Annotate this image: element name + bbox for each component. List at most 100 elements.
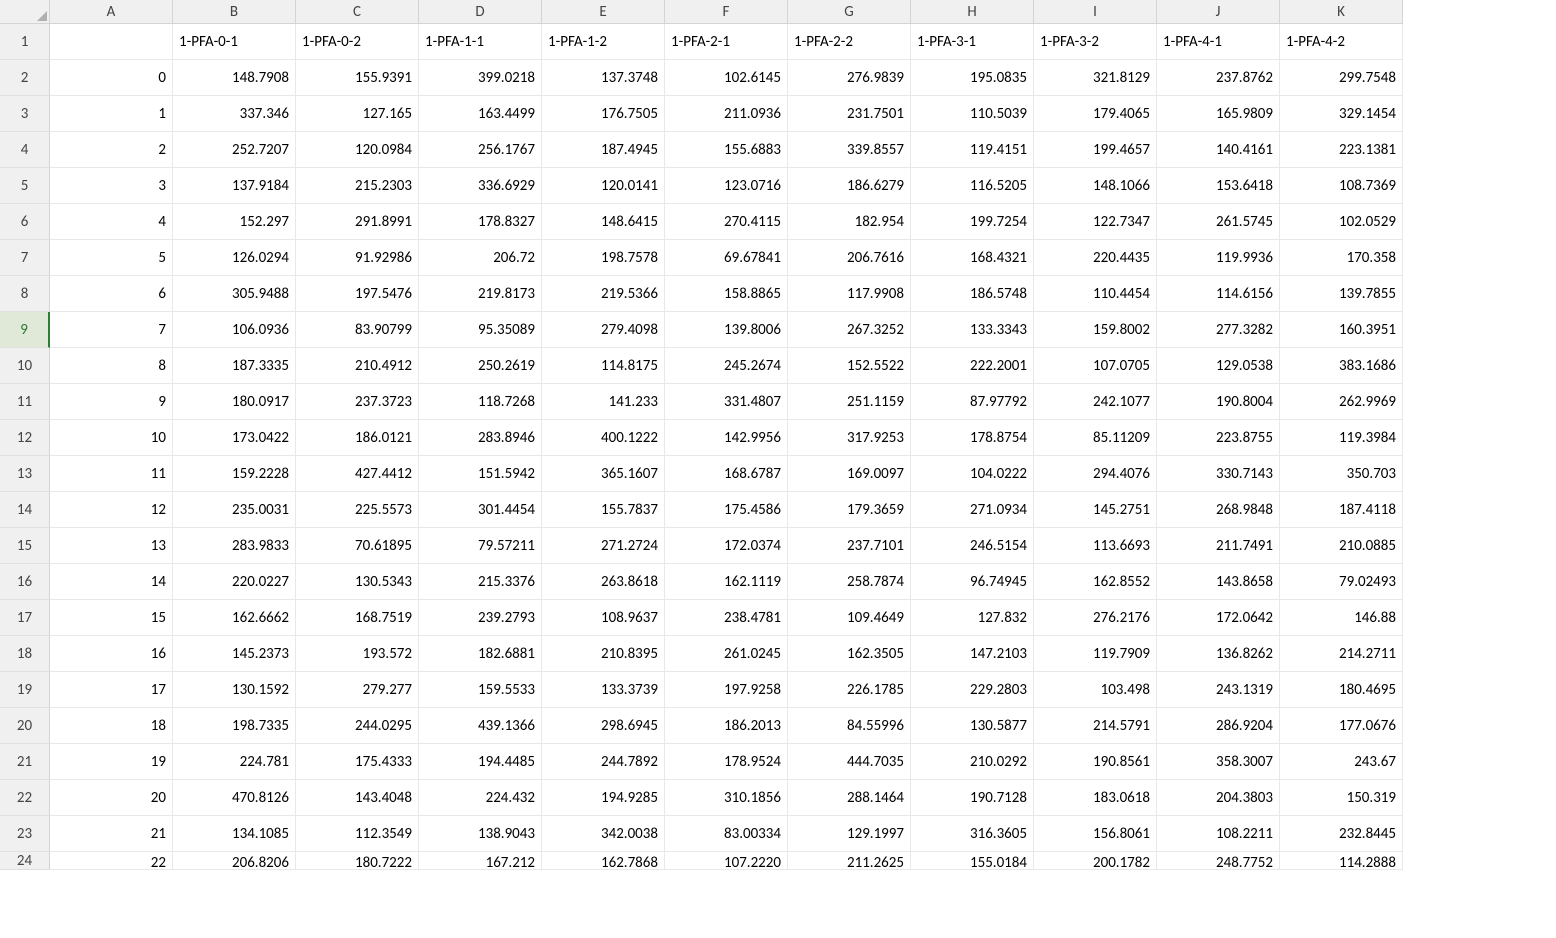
cell[interactable]: 283.8946 <box>419 420 542 456</box>
cell[interactable]: 159.8002 <box>1034 312 1157 348</box>
cell[interactable]: 210.0885 <box>1280 528 1403 564</box>
cell[interactable]: 1-PFA-1-1 <box>419 24 542 60</box>
cell[interactable]: 258.7874 <box>788 564 911 600</box>
cell[interactable]: 187.3335 <box>173 348 296 384</box>
cell[interactable]: 246.5154 <box>911 528 1034 564</box>
cell[interactable]: 288.1464 <box>788 780 911 816</box>
row-header[interactable]: 19 <box>0 672 50 708</box>
cell[interactable]: 244.7892 <box>542 744 665 780</box>
cell[interactable]: 143.8658 <box>1157 564 1280 600</box>
cell[interactable]: 439.1366 <box>419 708 542 744</box>
cell[interactable]: 237.3723 <box>296 384 419 420</box>
cell[interactable]: 444.7035 <box>788 744 911 780</box>
cell[interactable]: 235.0031 <box>173 492 296 528</box>
cell[interactable]: 194.4485 <box>419 744 542 780</box>
cell[interactable]: 342.0038 <box>542 816 665 852</box>
cell[interactable]: 127.832 <box>911 600 1034 636</box>
cell[interactable]: 150.319 <box>1280 780 1403 816</box>
cell[interactable]: 137.3748 <box>542 60 665 96</box>
cell[interactable]: 279.4098 <box>542 312 665 348</box>
cell[interactable]: 7 <box>50 312 173 348</box>
cell[interactable]: 9 <box>50 384 173 420</box>
cell[interactable]: 107.2220 <box>665 852 788 870</box>
cell[interactable]: 245.2674 <box>665 348 788 384</box>
cell[interactable]: 4 <box>50 204 173 240</box>
cell[interactable]: 238.4781 <box>665 600 788 636</box>
cell[interactable]: 277.3282 <box>1157 312 1280 348</box>
row-header[interactable]: 20 <box>0 708 50 744</box>
cell[interactable]: 91.92986 <box>296 240 419 276</box>
cell[interactable]: 337.346 <box>173 96 296 132</box>
cell[interactable]: 162.3505 <box>788 636 911 672</box>
cell[interactable]: 271.2724 <box>542 528 665 564</box>
cell[interactable]: 276.2176 <box>1034 600 1157 636</box>
row-header[interactable]: 13 <box>0 456 50 492</box>
cell[interactable]: 232.8445 <box>1280 816 1403 852</box>
cell[interactable]: 130.1592 <box>173 672 296 708</box>
cell[interactable]: 195.0835 <box>911 60 1034 96</box>
cell[interactable]: 152.297 <box>173 204 296 240</box>
cell[interactable]: 215.2303 <box>296 168 419 204</box>
row-header[interactable]: 6 <box>0 204 50 240</box>
cell[interactable]: 1-PFA-0-1 <box>173 24 296 60</box>
cell[interactable]: 316.3605 <box>911 816 1034 852</box>
cell[interactable]: 119.9936 <box>1157 240 1280 276</box>
row-header[interactable]: 7 <box>0 240 50 276</box>
cell[interactable]: 148.7908 <box>173 60 296 96</box>
cell[interactable]: 123.0716 <box>665 168 788 204</box>
cell[interactable]: 237.8762 <box>1157 60 1280 96</box>
row-header[interactable]: 9 <box>0 312 50 348</box>
cell[interactable]: 168.6787 <box>665 456 788 492</box>
cell[interactable]: 214.5791 <box>1034 708 1157 744</box>
cell[interactable]: 147.2103 <box>911 636 1034 672</box>
cell[interactable]: 178.8754 <box>911 420 1034 456</box>
cell[interactable]: 330.7143 <box>1157 456 1280 492</box>
row-header[interactable]: 18 <box>0 636 50 672</box>
cell[interactable]: 231.7501 <box>788 96 911 132</box>
cell[interactable]: 283.9833 <box>173 528 296 564</box>
cell[interactable]: 223.8755 <box>1157 420 1280 456</box>
cell[interactable]: 137.9184 <box>173 168 296 204</box>
cell[interactable]: 224.432 <box>419 780 542 816</box>
cell[interactable]: 103.498 <box>1034 672 1157 708</box>
cell[interactable]: 8 <box>50 348 173 384</box>
cell[interactable]: 170.358 <box>1280 240 1403 276</box>
cell[interactable]: 162.6662 <box>173 600 296 636</box>
cell[interactable]: 261.5745 <box>1157 204 1280 240</box>
cell[interactable]: 127.165 <box>296 96 419 132</box>
cell[interactable]: 155.6883 <box>665 132 788 168</box>
cell[interactable]: 139.7855 <box>1280 276 1403 312</box>
column-header[interactable]: H <box>911 0 1034 24</box>
cell[interactable]: 122.7347 <box>1034 204 1157 240</box>
column-header[interactable]: I <box>1034 0 1157 24</box>
cell[interactable]: 190.8561 <box>1034 744 1157 780</box>
cell[interactable]: 130.5343 <box>296 564 419 600</box>
cell[interactable]: 299.7548 <box>1280 60 1403 96</box>
cell[interactable]: 186.2013 <box>665 708 788 744</box>
cell[interactable]: 263.8618 <box>542 564 665 600</box>
cell[interactable]: 199.7254 <box>911 204 1034 240</box>
cell[interactable]: 69.67841 <box>665 240 788 276</box>
cell[interactable]: 270.4115 <box>665 204 788 240</box>
cell[interactable]: 220.0227 <box>173 564 296 600</box>
cell[interactable]: 83.00334 <box>665 816 788 852</box>
cell[interactable]: 155.9391 <box>296 60 419 96</box>
cell[interactable]: 250.2619 <box>419 348 542 384</box>
cell[interactable]: 220.4435 <box>1034 240 1157 276</box>
row-header[interactable]: 24 <box>0 852 50 870</box>
cell[interactable]: 219.5366 <box>542 276 665 312</box>
cell[interactable]: 223.1381 <box>1280 132 1403 168</box>
cell[interactable]: 102.6145 <box>665 60 788 96</box>
cell[interactable]: 19 <box>50 744 173 780</box>
cell[interactable]: 267.3252 <box>788 312 911 348</box>
column-header[interactable]: J <box>1157 0 1280 24</box>
cell[interactable]: 190.7128 <box>911 780 1034 816</box>
cell[interactable]: 251.1159 <box>788 384 911 420</box>
cell[interactable]: 211.7491 <box>1157 528 1280 564</box>
cell[interactable]: 6 <box>50 276 173 312</box>
cell[interactable]: 152.5522 <box>788 348 911 384</box>
cell[interactable]: 17 <box>50 672 173 708</box>
cell[interactable]: 114.2888 <box>1280 852 1403 870</box>
cell[interactable]: 206.8206 <box>173 852 296 870</box>
row-header[interactable]: 17 <box>0 600 50 636</box>
